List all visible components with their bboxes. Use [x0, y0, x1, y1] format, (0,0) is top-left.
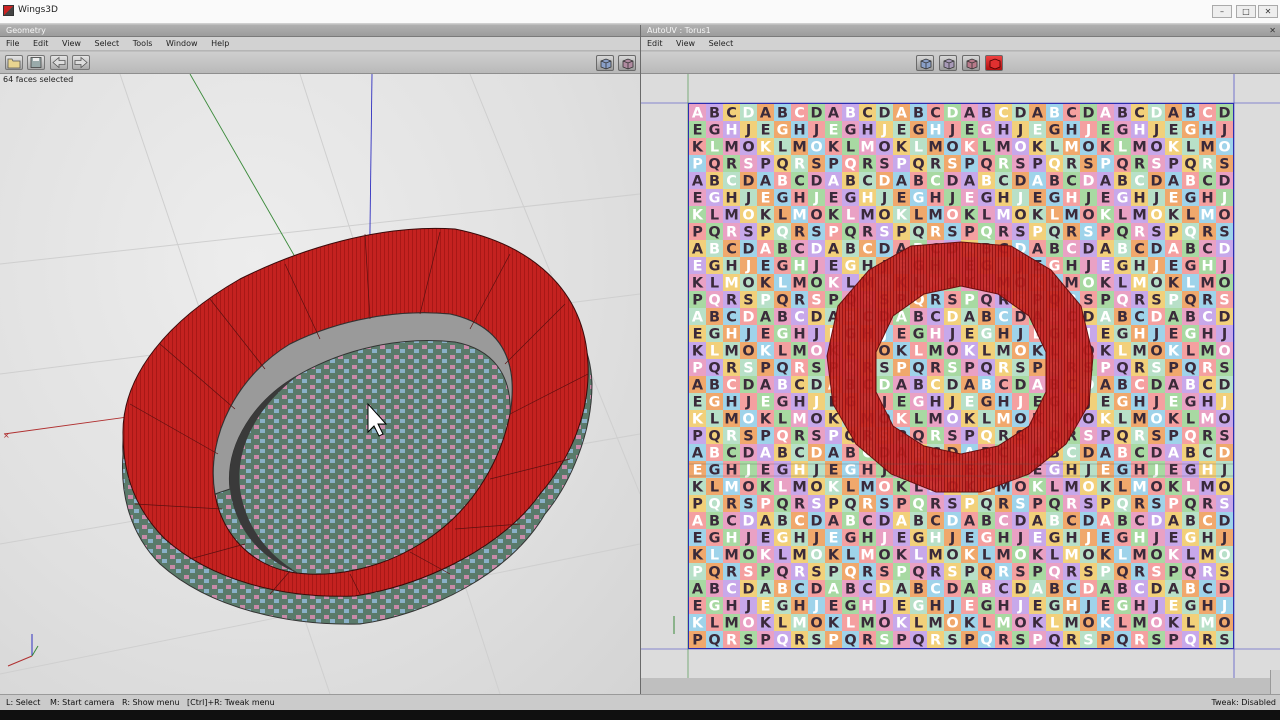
geometry-menubar: File Edit View Select Tools Window Help: [0, 37, 640, 51]
autouv-panel-header: AutoUV : Torus1 ✕: [641, 25, 1280, 37]
wings3d-logo-icon: [3, 5, 14, 16]
uv-menu-select[interactable]: Select: [703, 37, 739, 51]
menu-file[interactable]: File: [0, 37, 24, 51]
uv-body-mode-button[interactable]: [985, 55, 1003, 71]
view-cube-icon: [966, 58, 978, 70]
window-titlebar: Wings3D – □ ✕: [0, 0, 1280, 24]
redo-icon: [74, 56, 88, 69]
save-button[interactable]: [27, 55, 45, 70]
undo-button[interactable]: [50, 55, 68, 70]
view-cube-icon: [920, 58, 932, 70]
hint-select: L: Select: [6, 698, 41, 707]
view-cube-icon: [943, 58, 955, 70]
menu-select[interactable]: Select: [89, 37, 125, 51]
resize-handle[interactable]: [1270, 670, 1280, 694]
undo-icon: [52, 56, 66, 69]
geometry-panel-header: Geometry: [0, 25, 640, 37]
geometry-toolbar: [0, 52, 640, 74]
hint-camera: M: Start camera: [50, 698, 115, 707]
open-file-button[interactable]: [5, 55, 23, 70]
view-cube-icon: [989, 58, 1001, 70]
autouv-menubar: Edit View Select: [641, 37, 1280, 51]
tweak-status: Tweak: Disabled: [1211, 698, 1276, 707]
close-icon[interactable]: ✕: [1269, 26, 1276, 35]
uv-torus-island: [826, 241, 1094, 493]
taskbar-strip: [0, 710, 1280, 720]
minimize-button[interactable]: –: [1212, 5, 1232, 18]
geometry-scene: ×: [0, 74, 640, 694]
geometry-panel-title: Geometry: [6, 26, 46, 35]
uv-vertex-mode-button[interactable]: [916, 55, 934, 71]
uv-face-mode-button[interactable]: [962, 55, 980, 71]
statusbar: L: Select M: Start camera R: Show menu […: [0, 694, 1280, 710]
menu-edit[interactable]: Edit: [27, 37, 54, 51]
view-mode-wire-button[interactable]: [596, 55, 614, 71]
maximize-button[interactable]: □: [1236, 5, 1256, 18]
uv-menu-view[interactable]: View: [670, 37, 700, 51]
hint-tweak: [Ctrl]+R: Tweak menu: [187, 698, 275, 707]
autouv-panel-title: AutoUV : Torus1: [647, 26, 711, 35]
uv-edge-mode-button[interactable]: [939, 55, 957, 71]
close-window-button[interactable]: ✕: [1258, 5, 1278, 18]
uv-menu-edit[interactable]: Edit: [641, 37, 668, 51]
window-title: Wings3D: [18, 5, 58, 15]
geometry-viewport[interactable]: 64 faces selected ×: [0, 74, 640, 694]
axis-gizmo: [7, 634, 39, 667]
view-mode-smooth-button[interactable]: [618, 55, 636, 71]
view-cube-icon: [600, 58, 612, 70]
redo-button[interactable]: [72, 55, 90, 70]
hint-menu: R: Show menu: [122, 698, 180, 707]
menu-tools[interactable]: Tools: [127, 37, 158, 51]
menu-window[interactable]: Window: [160, 37, 203, 51]
autouv-toolbar: [641, 52, 1280, 74]
open-file-icon: [7, 58, 21, 69]
view-cube-icon: [622, 58, 634, 70]
menu-help[interactable]: Help: [205, 37, 234, 51]
axis-x-marker: ×: [3, 431, 10, 440]
menu-view[interactable]: View: [56, 37, 86, 51]
uv-island-overlay: [689, 241, 1233, 493]
uv-viewport[interactable]: ABCDABCDABCDABCDABCDABCDABCDABCDEGHJEGHJ…: [641, 74, 1280, 678]
save-icon: [30, 57, 42, 68]
